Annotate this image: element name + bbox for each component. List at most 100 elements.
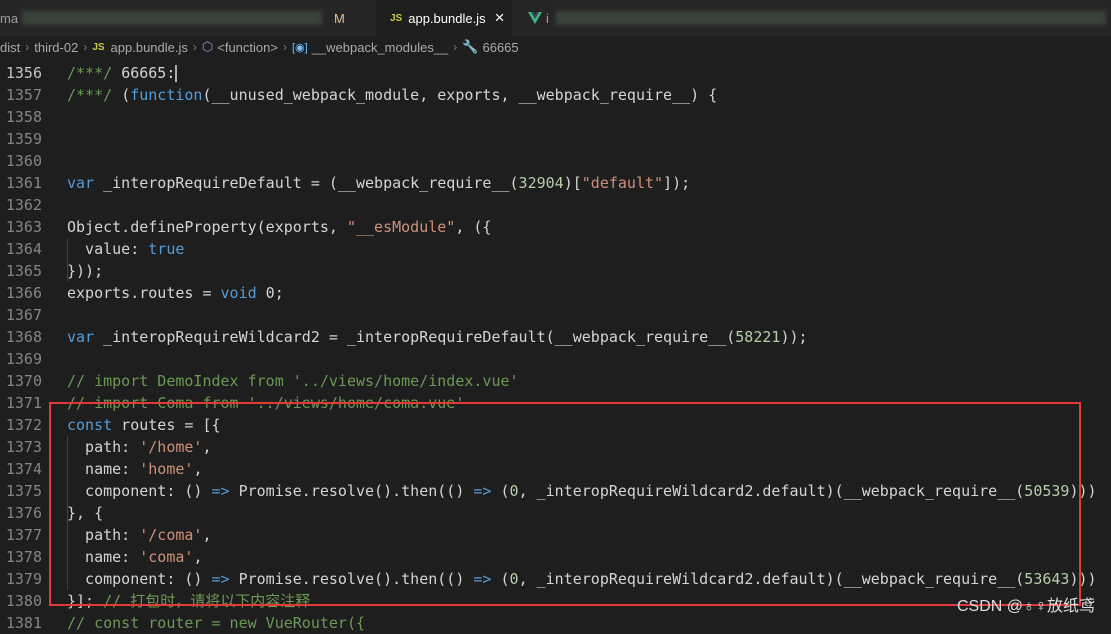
- code-line[interactable]: 1375 component: () => Promise.resolve().…: [0, 480, 1111, 502]
- code-token: ,: [202, 438, 212, 456]
- line-number: 1356: [5, 64, 42, 82]
- code-text: var _interopRequireWildcard2 = _interopR…: [67, 326, 808, 348]
- line-number: 1361: [5, 174, 42, 192]
- line-number: 1366: [5, 284, 42, 302]
- code-line[interactable]: 1380 }]; // 打包时，请将以下内容注释: [0, 590, 1111, 612]
- code-line[interactable]: 1376}, {: [0, 502, 1111, 524]
- code-line[interactable]: 1361 var _interopRequireDefault = (__webp…: [0, 172, 1111, 194]
- code-token: =>: [473, 482, 492, 500]
- breadcrumb-item-file[interactable]: app.bundle.js: [111, 40, 188, 55]
- code-line[interactable]: 1378 name: 'coma',: [0, 546, 1111, 568]
- tab-label: app.bundle.js: [408, 10, 486, 26]
- code-line[interactable]: 1367: [0, 304, 1111, 326]
- line-number: 1362: [5, 196, 42, 214]
- code-text: exports.routes = void 0;: [67, 282, 284, 304]
- code-line[interactable]: 1357 /***/ (function(__unused_webpack_mod…: [0, 84, 1111, 106]
- code-line[interactable]: 1381 // const router = new VueRouter({: [0, 612, 1111, 634]
- line-number: 1368: [5, 328, 42, 346]
- line-number: 1364: [5, 240, 42, 258]
- modified-indicator: M: [334, 10, 345, 26]
- code-editor[interactable]: 1356/***/ 66665: 1357/***/ (function(__un…: [0, 62, 1111, 632]
- javascript-file-icon: JS: [390, 12, 403, 24]
- code-line[interactable]: 1359: [0, 128, 1111, 150]
- code-token: function: [130, 86, 203, 104]
- code-token: ,: [193, 460, 203, 478]
- code-line[interactable]: 1372 const routes = [{: [0, 414, 1111, 436]
- code-token: , _interopRequireWildcard2.default)(__we…: [518, 570, 1025, 588]
- code-text: // import DemoIndex from '../views/home/…: [67, 370, 519, 392]
- breadcrumb-item-function[interactable]: <function>: [217, 40, 278, 55]
- editor-tab-bar: ma M JS app.bundle.js × i: [0, 0, 1111, 36]
- breadcrumb-item-module-id[interactable]: 66665: [482, 40, 518, 55]
- code-token: /***/: [67, 86, 122, 104]
- line-number: 1380: [5, 592, 42, 610]
- code-line[interactable]: 1363 Object.defineProperty(exports, "__es…: [0, 216, 1111, 238]
- line-number: 1359: [5, 130, 42, 148]
- code-token: =>: [211, 570, 230, 588]
- breadcrumb-item-dist[interactable]: dist: [0, 40, 20, 55]
- chevron-right-icon: ›: [192, 40, 197, 54]
- code-line[interactable]: 1377 path: '/coma',: [0, 524, 1111, 546]
- watermark: CSDN @♁♀放纸鸢: [956, 598, 1095, 615]
- line-number: 1378: [5, 548, 42, 566]
- code-token: /***/: [67, 64, 122, 82]
- code-token: 50539: [1024, 482, 1070, 500]
- code-token: ,: [193, 548, 203, 566]
- breadcrumb-item-modules[interactable]: __webpack_modules__: [312, 40, 449, 55]
- code-line[interactable]: 1366 exports.routes = void 0;: [0, 282, 1111, 304]
- code-token: 'coma': [139, 548, 194, 566]
- code-token: 'home': [139, 460, 194, 478]
- code-line[interactable]: 1373 path: '/home',: [0, 436, 1111, 458]
- code-text: path: '/coma',: [67, 524, 211, 546]
- code-line[interactable]: 1369: [0, 348, 1111, 370]
- code-text: component: () => Promise.resolve().then(…: [67, 480, 1097, 502]
- code-token: "default": [581, 174, 664, 192]
- line-number: 1371: [5, 394, 42, 412]
- code-line[interactable]: 1364 value: true: [0, 238, 1111, 260]
- code-text: var _interopRequireDefault = (__webpack_…: [67, 172, 690, 194]
- code-token: Object.defineProperty(exports,: [67, 218, 347, 236]
- code-text: Object.defineProperty(exports, "__esModu…: [67, 216, 491, 238]
- code-token: 66665:: [121, 64, 176, 82]
- text-cursor: [175, 65, 178, 82]
- code-text: // const router = new VueRouter({: [67, 612, 365, 634]
- code-line[interactable]: 1368 var _interopRequireWildcard2 = _inte…: [0, 326, 1111, 348]
- chevron-right-icon: ›: [453, 40, 458, 54]
- breadcrumb-item-folder[interactable]: third-02: [34, 40, 78, 55]
- code-line[interactable]: 1371 // import Coma from '../views/home/c…: [0, 392, 1111, 414]
- code-text: }]; // 打包时，请将以下内容注释: [67, 590, 310, 612]
- code-token: ))): [1069, 482, 1097, 500]
- code-token: _interopRequireDefault = (__webpack_requ…: [94, 174, 519, 192]
- code-line[interactable]: 1365}));: [0, 260, 1111, 282]
- code-line[interactable]: 1362: [0, 194, 1111, 216]
- code-text: value: true: [67, 238, 184, 260]
- code-token: var: [67, 174, 95, 192]
- close-icon[interactable]: ×: [495, 8, 505, 28]
- line-number: 1367: [5, 306, 42, 324]
- chevron-right-icon: ›: [282, 40, 287, 54]
- code-token: path:: [67, 526, 140, 544]
- line-number: 1374: [5, 460, 42, 478]
- code-token: // const router = new VueRouter({: [67, 614, 366, 632]
- code-line[interactable]: 1360: [0, 150, 1111, 172]
- line-number: 1357: [5, 86, 42, 104]
- code-token: component: (): [67, 482, 212, 500]
- vue-icon: [528, 12, 542, 24]
- tab-ma[interactable]: ma M: [0, 0, 370, 36]
- code-line[interactable]: 1356 /***/ 66665:: [0, 62, 1111, 84]
- code-token: =>: [473, 570, 492, 588]
- code-token: '/coma': [139, 526, 203, 544]
- tab-vue-file[interactable]: i: [518, 0, 1111, 36]
- code-line[interactable]: 1358: [0, 106, 1111, 128]
- line-number: 1373: [5, 438, 42, 456]
- code-line[interactable]: 1374 name: 'home',: [0, 458, 1111, 480]
- code-line[interactable]: 1379 component: () => Promise.resolve().…: [0, 568, 1111, 590]
- tab-app-bundle[interactable]: JS app.bundle.js ×: [376, 0, 512, 36]
- chevron-right-icon: ›: [25, 40, 30, 54]
- code-line[interactable]: 1370 // import DemoIndex from '../views/h…: [0, 370, 1111, 392]
- code-token: // import Coma from '../views/home/coma.…: [67, 394, 465, 412]
- line-number: 1381: [5, 614, 42, 632]
- code-text: /***/ 66665:: [67, 62, 178, 84]
- code-token: name:: [67, 460, 140, 478]
- tab-label: ma: [0, 10, 19, 26]
